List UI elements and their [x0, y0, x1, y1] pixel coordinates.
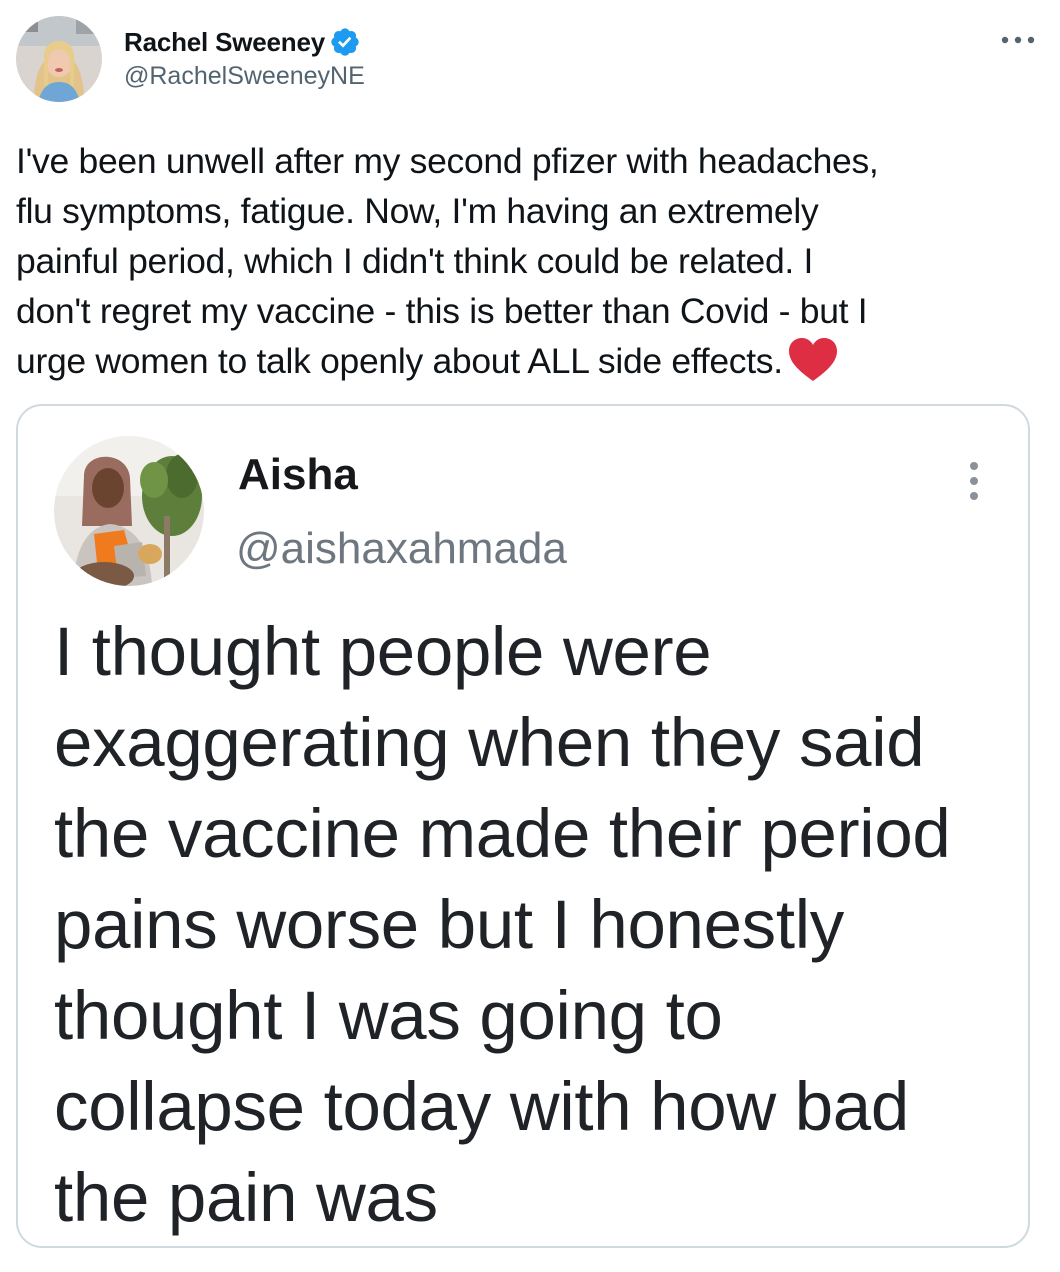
quoted-text-line: the vaccine made their period	[54, 795, 951, 872]
more-horizontal-icon[interactable]	[998, 30, 1038, 50]
quoted-text-line: pains worse but I honestly	[54, 886, 844, 963]
quoted-author-handle[interactable]: @aishaxahmada	[236, 524, 567, 574]
author-display-name[interactable]: Rachel Sweeney	[124, 27, 325, 58]
quoted-text-line: exaggerating when they said	[54, 704, 925, 781]
quoted-tweet-card[interactable]: Aisha @aishaxahmada I thought people wer…	[16, 404, 1030, 1248]
author-name-row: Rachel Sweeney	[124, 24, 361, 60]
quoted-text-line: the pain was	[54, 1159, 438, 1236]
quoted-author-avatar[interactable]	[54, 436, 204, 586]
quoted-text-line: collapse today with how bad	[54, 1068, 909, 1145]
verified-badge-icon	[331, 28, 359, 56]
author-avatar[interactable]	[16, 16, 102, 102]
tweet-text-line: flu symptoms, fatigue. Now, I'm having a…	[16, 191, 819, 231]
author-handle[interactable]: @RachelSweeneyNE	[124, 62, 365, 91]
tweet-text: I've been unwell after my second pfizer …	[16, 136, 1046, 386]
quoted-avatar-photo	[54, 436, 204, 586]
tweet-text-line: painful period, which I didn't think cou…	[16, 241, 814, 281]
red-heart-icon	[788, 338, 837, 381]
tweet-text-line: urge women to talk openly about ALL side…	[16, 341, 783, 381]
quoted-author-display-name[interactable]: Aisha	[238, 450, 358, 500]
quoted-tweet-text: I thought people were exaggerating when …	[54, 606, 1014, 1243]
quoted-text-line: thought I was going to	[54, 977, 723, 1054]
tweet-text-line: don't regret my vaccine - this is better…	[16, 291, 868, 331]
author-avatar-photo	[16, 16, 102, 102]
tweet-text-line: I've been unwell after my second pfizer …	[16, 141, 879, 181]
quoted-text-line: I thought people were	[54, 613, 712, 690]
more-vertical-icon[interactable]	[964, 460, 984, 502]
